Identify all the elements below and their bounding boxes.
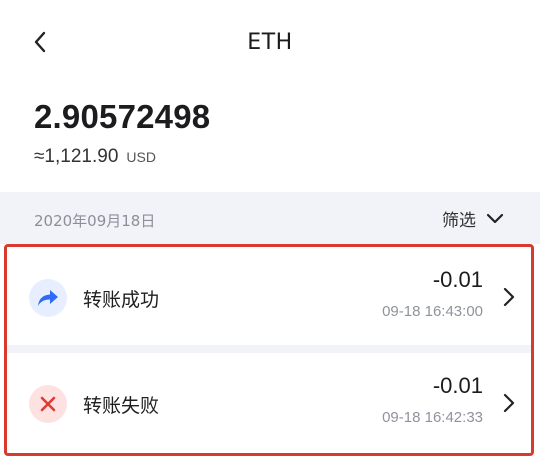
transaction-time: 09-18 16:43:00 — [382, 303, 483, 320]
fiat-unit: USD — [126, 149, 156, 165]
token-balance: 2.90572498 — [34, 98, 211, 135]
share-arrow-icon — [29, 279, 67, 317]
row-divider — [7, 345, 531, 353]
transaction-row[interactable]: 转账成功 -0.01 09-18 16:43:00 — [7, 247, 531, 349]
top-nav-bar: ETH — [0, 14, 540, 70]
transaction-status: 转账失败 — [83, 395, 160, 417]
transaction-time: 09-18 16:42:33 — [382, 409, 483, 426]
transaction-row[interactable]: 转账失败 -0.01 09-18 16:42:33 — [7, 353, 531, 453]
date-label: 2020年09月18日 — [34, 212, 156, 230]
transaction-status: 转账成功 — [83, 289, 160, 311]
eth-wallet-page: ETH 2.90572498 ≈1,121.90 USD 2020年09月18日… — [0, 0, 540, 474]
fiat-amount: ≈1,121.90 — [34, 146, 119, 167]
filter-label: 筛选 — [442, 211, 476, 231]
filter-button[interactable]: 筛选 — [442, 206, 504, 231]
date-filter-bar: 2020年09月18日 筛选 — [0, 192, 540, 244]
chevron-right-icon — [501, 287, 517, 307]
close-x-icon — [29, 385, 67, 423]
chevron-right-icon — [501, 393, 517, 413]
page-title: ETH — [247, 30, 293, 55]
chevron-down-icon — [486, 213, 504, 225]
transaction-amount: -0.01 — [432, 373, 483, 398]
transaction-list-highlight: 转账成功 -0.01 09-18 16:43:00 转账失败 -0.01 09-… — [4, 244, 534, 456]
fiat-balance: ≈1,121.90 USD — [34, 146, 156, 168]
transaction-amount: -0.01 — [432, 267, 483, 292]
